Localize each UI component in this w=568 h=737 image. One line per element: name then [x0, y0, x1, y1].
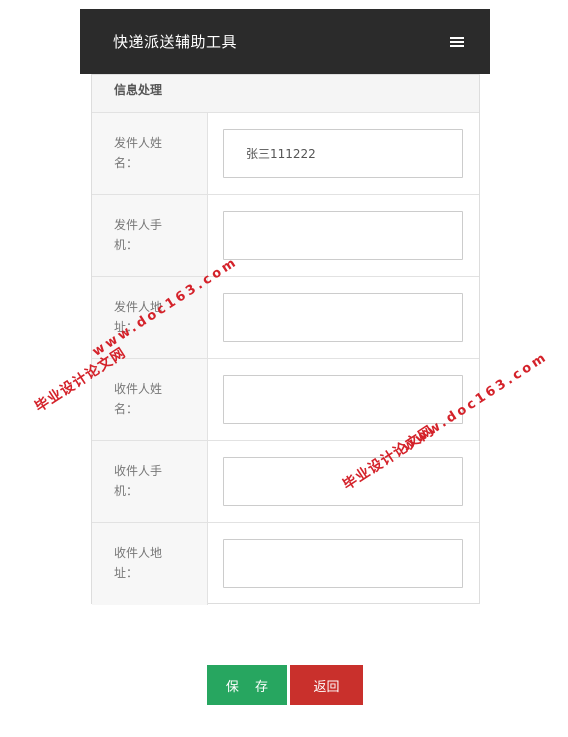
sender-name-label: 发件人姓名：: [92, 113, 208, 194]
receiver-address-label: 收件人地址：: [92, 523, 208, 605]
navbar: 快递派送辅助工具: [80, 9, 490, 74]
hamburger-icon[interactable]: [450, 36, 464, 47]
sender-phone-input[interactable]: [223, 211, 463, 260]
receiver-name-label: 收件人姓名：: [92, 359, 208, 440]
form-row-receiver-phone: 收件人手机：: [92, 441, 479, 523]
app-title: 快递派送辅助工具: [113, 33, 238, 51]
form-row-receiver-address: 收件人地址：: [92, 523, 479, 605]
sender-address-input[interactable]: [223, 293, 463, 342]
form-row-sender-phone: 发件人手机：: [92, 195, 479, 277]
form-row-sender-name: 发件人姓名：: [92, 113, 479, 195]
receiver-name-input[interactable]: [223, 375, 463, 424]
panel-heading: 信息处理: [92, 75, 479, 113]
action-buttons: 保 存 返回: [207, 665, 363, 705]
save-button[interactable]: 保 存: [207, 665, 287, 705]
info-panel: 信息处理 发件人姓名： 发件人手机： 发件人地址： 收件人姓名： 收件人手机： …: [91, 74, 480, 605]
form-row-receiver-name: 收件人姓名：: [92, 359, 479, 441]
receiver-phone-input[interactable]: [223, 457, 463, 506]
back-button[interactable]: 返回: [290, 665, 363, 705]
form-row-sender-address: 发件人地址：: [92, 277, 479, 359]
sender-phone-label: 发件人手机：: [92, 195, 208, 276]
sender-address-label: 发件人地址：: [92, 277, 208, 358]
page: 快递派送辅助工具 信息处理 发件人姓名： 发件人手机： 发件人地址： 收件人姓名…: [0, 0, 568, 737]
receiver-address-input[interactable]: [223, 539, 463, 588]
sender-name-input[interactable]: [223, 129, 463, 178]
receiver-phone-label: 收件人手机：: [92, 441, 208, 522]
